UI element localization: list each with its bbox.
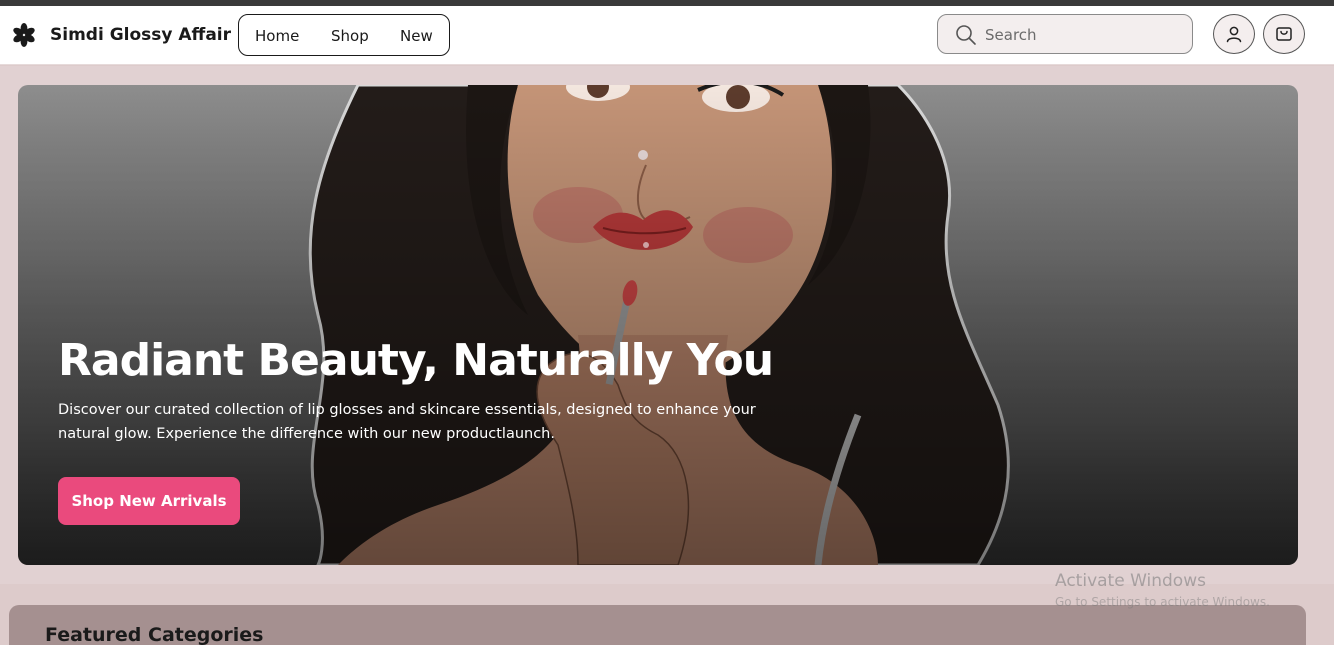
- nav-new-link[interactable]: New: [400, 27, 433, 45]
- cart-button[interactable]: [1263, 14, 1305, 54]
- brand-name[interactable]: Simdi Glossy Affair: [50, 25, 231, 45]
- featured-categories-section: Featured Categories: [9, 605, 1306, 645]
- search-icon: [956, 25, 976, 45]
- activate-windows-subtext: Go to Settings to activate Windows.: [1055, 595, 1270, 609]
- search-input[interactable]: [985, 21, 1180, 49]
- hero-description: Discover our curated collection of lip g…: [58, 402, 756, 442]
- activate-windows-watermark: Activate Windows: [1055, 571, 1206, 591]
- search-box[interactable]: [937, 14, 1193, 54]
- featured-categories-title: Featured Categories: [45, 624, 264, 645]
- nav-shop-link[interactable]: Shop: [331, 27, 369, 45]
- nav-home-link[interactable]: Home: [255, 27, 299, 45]
- hero-title: Radiant Beauty, Naturally You: [58, 335, 774, 386]
- hero-banner: Radiant Beauty, Naturally You Discover o…: [18, 85, 1298, 565]
- asterisk-logo-icon[interactable]: [11, 22, 37, 48]
- user-icon: [1226, 26, 1242, 43]
- site-header: Simdi Glossy Affair Home Shop New: [0, 6, 1334, 65]
- cart-icon: [1276, 27, 1292, 41]
- account-button[interactable]: [1213, 14, 1255, 54]
- shop-new-arrivals-button[interactable]: Shop New Arrivals: [58, 477, 240, 525]
- main-nav: Home Shop New: [238, 14, 450, 56]
